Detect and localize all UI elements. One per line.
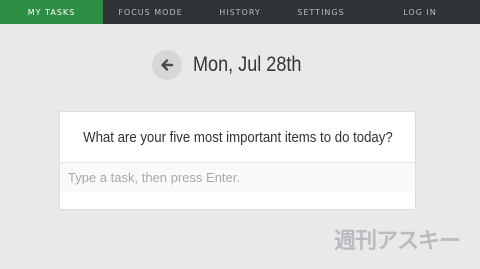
nav-history[interactable]: HISTORY: [198, 0, 282, 24]
watermark-logo: 週刊アスキー: [333, 229, 461, 254]
task-input[interactable]: [60, 162, 415, 192]
page-date-title: Mon, Jul 28th: [193, 53, 302, 76]
nav-log-in[interactable]: LOG IN: [360, 0, 480, 24]
back-button[interactable]: [152, 50, 182, 80]
nav-my-tasks[interactable]: MY TASKS: [0, 0, 103, 24]
tasks-card: What are your five most important items …: [59, 111, 416, 210]
nav-settings[interactable]: SETTINGS: [282, 0, 360, 24]
card-question: What are your five most important items …: [60, 112, 415, 162]
card-question-text: What are your five most important items …: [82, 128, 393, 146]
top-nav: MY TASKS FOCUS MODE HISTORY SETTINGS LOG…: [0, 0, 480, 24]
nav-focus-mode[interactable]: FOCUS MODE: [103, 0, 198, 24]
arrow-left-icon: [161, 59, 174, 71]
date-header: Mon, Jul 28th: [152, 50, 319, 80]
